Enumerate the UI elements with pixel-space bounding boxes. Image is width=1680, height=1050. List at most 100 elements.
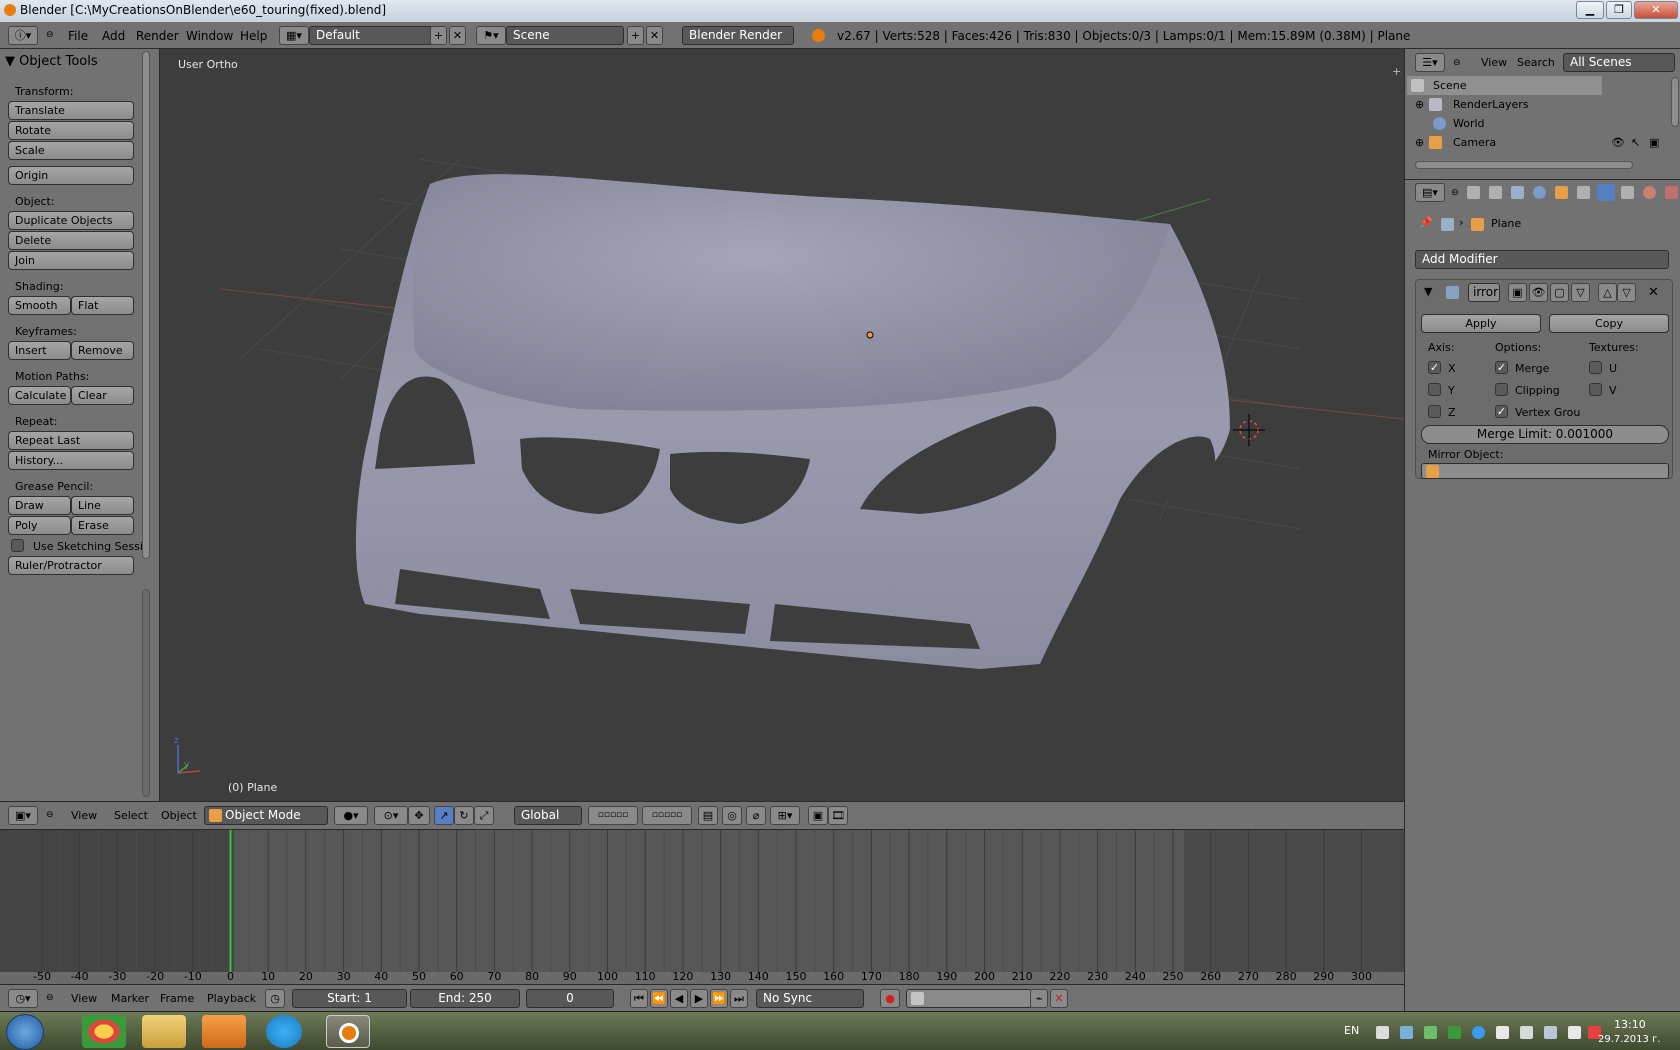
outliner-row-renderlayers[interactable]: ⊕ RenderLayers bbox=[1407, 95, 1602, 114]
object-tab-icon[interactable] bbox=[1555, 186, 1568, 199]
add-modifier-select[interactable]: Add Modifier bbox=[1415, 250, 1669, 269]
auto-keyframe-record-icon[interactable]: ● bbox=[880, 989, 900, 1008]
translate-button[interactable]: Translate bbox=[8, 101, 134, 120]
viewport-shading-icon[interactable]: ●▾ bbox=[334, 806, 368, 825]
modifier-viewport-toggle-icon[interactable]: 👁 bbox=[1529, 283, 1548, 302]
sketching-session-checkbox[interactable] bbox=[11, 539, 24, 552]
menu-collapse-icon[interactable]: ⊖ bbox=[46, 30, 54, 40]
timeline-area[interactable]: -50 -40 -30 -20 -10 0 10 20 30 40 50 60 70 80 90 100 110… bbox=[0, 830, 1404, 988]
chrome-taskbar-icon[interactable] bbox=[82, 1015, 126, 1048]
viewport-expand-icon[interactable]: + bbox=[1392, 65, 1401, 78]
snap-element-icon[interactable]: ⊞▾ bbox=[770, 806, 800, 825]
selectability-arrow-icon[interactable]: ↖ bbox=[1631, 136, 1640, 149]
modifier-cage-toggle-icon[interactable]: ▽ bbox=[1571, 283, 1590, 302]
clear-button[interactable]: Clear bbox=[71, 386, 134, 405]
explorer-taskbar-icon[interactable] bbox=[142, 1015, 186, 1048]
keying-set-field[interactable] bbox=[906, 989, 1032, 1008]
modifier-render-toggle-icon[interactable]: ▣ bbox=[1508, 283, 1527, 302]
lock-layers-icon[interactable]: ▤ bbox=[698, 806, 718, 825]
close-window-button[interactable]: ✕ bbox=[1634, 1, 1678, 19]
visibility-eye-icon[interactable]: 👁 bbox=[1611, 136, 1625, 149]
remove-modifier-icon[interactable]: ✕ bbox=[1648, 285, 1659, 300]
outliner-display-mode-select[interactable]: All Scenes bbox=[1563, 53, 1675, 72]
language-indicator[interactable]: EN bbox=[1344, 1024, 1359, 1037]
expand-icon[interactable]: ⊕ bbox=[1415, 95, 1424, 114]
clock-date[interactable]: 29.7.2013 г. bbox=[1598, 1034, 1661, 1045]
tray-app-icon[interactable] bbox=[1424, 1026, 1437, 1039]
sync-mode-select[interactable]: No Sync bbox=[756, 989, 864, 1008]
poly-button[interactable]: Poly bbox=[8, 516, 71, 535]
clipping-checkbox[interactable] bbox=[1495, 383, 1508, 396]
editor-type-timeline-icon[interactable]: ◷▾ bbox=[8, 989, 38, 1008]
tray-signal-icon[interactable] bbox=[1544, 1026, 1557, 1039]
timeline-menu-view[interactable]: View bbox=[71, 992, 97, 1005]
remove-scene-icon[interactable]: ✕ bbox=[646, 26, 663, 45]
modifier-editmode-toggle-icon[interactable]: ▢ bbox=[1550, 283, 1569, 302]
scene-tab-icon[interactable] bbox=[1511, 186, 1524, 199]
play-icon[interactable]: ▶ bbox=[690, 989, 708, 1008]
scene-icon[interactable]: ⚑▾ bbox=[476, 26, 506, 45]
calculate-button[interactable]: Calculate bbox=[8, 386, 71, 405]
menu-select[interactable]: Select bbox=[114, 809, 148, 822]
repeat-last-button[interactable]: Repeat Last bbox=[8, 431, 134, 450]
editor-type-outliner-icon[interactable]: ☰▾ bbox=[1415, 53, 1445, 72]
minimize-button[interactable]: ▁ bbox=[1576, 1, 1604, 19]
menu-object[interactable]: Object bbox=[161, 809, 197, 822]
end-frame-field[interactable]: End: 250 bbox=[410, 989, 520, 1008]
maximize-button[interactable]: ❐ bbox=[1606, 1, 1632, 19]
menu-help[interactable]: Help bbox=[240, 29, 267, 43]
outliner-row-scene[interactable]: Scene bbox=[1407, 76, 1602, 95]
scale-manipulator-icon[interactable]: ⤢ bbox=[474, 806, 494, 825]
manipulator-toggle-icon[interactable]: ✥ bbox=[408, 806, 430, 825]
render-layers-tab-icon[interactable] bbox=[1489, 186, 1502, 199]
tray-flag-icon[interactable] bbox=[1376, 1026, 1389, 1039]
tray-network-icon[interactable] bbox=[1400, 1026, 1413, 1039]
apply-modifier-button[interactable]: Apply bbox=[1421, 314, 1541, 333]
timeline-menu-frame[interactable]: Frame bbox=[160, 992, 194, 1005]
pivot-point-icon[interactable]: ⊙▾ bbox=[374, 806, 408, 825]
screen-layout-icon[interactable]: ▦▾ bbox=[279, 26, 309, 45]
timeline-menu-marker[interactable]: Marker bbox=[111, 992, 149, 1005]
menu-render[interactable]: Render bbox=[136, 29, 179, 43]
render-tab-icon[interactable] bbox=[1467, 186, 1480, 199]
scene-layers-group-1[interactable]: ▫▫▫▫▫ bbox=[588, 806, 638, 825]
tray-power-icon[interactable] bbox=[1496, 1026, 1509, 1039]
tray-display-icon[interactable] bbox=[1520, 1026, 1533, 1039]
proportional-edit-icon[interactable]: ◎ bbox=[722, 806, 742, 825]
duplicate-objects-button[interactable]: Duplicate Objects bbox=[8, 211, 134, 230]
render-engine-select[interactable]: Blender Render bbox=[682, 26, 794, 45]
timeline-menu-playback[interactable]: Playback bbox=[207, 992, 256, 1005]
3d-viewport[interactable]: z y User Ortho (0) Plane + bbox=[160, 49, 1404, 801]
ruler-protractor-button[interactable]: Ruler/Protractor bbox=[8, 556, 134, 575]
delete-keyframe-icon[interactable]: ✕ bbox=[1050, 989, 1068, 1008]
axis-y-checkbox[interactable] bbox=[1428, 383, 1441, 396]
object-origin-point[interactable] bbox=[866, 331, 874, 339]
clock-time[interactable]: 13:10 bbox=[1614, 1018, 1646, 1031]
merge-checkbox[interactable]: ✓ bbox=[1495, 361, 1508, 374]
data-tab-icon[interactable] bbox=[1621, 186, 1634, 199]
renderability-camera-icon[interactable]: ▣ bbox=[1649, 136, 1659, 149]
outliner-row-world[interactable]: World bbox=[1407, 114, 1602, 133]
merge-limit-field[interactable]: Merge Limit: 0.001000 bbox=[1421, 425, 1669, 444]
media-player-taskbar-icon[interactable] bbox=[202, 1015, 246, 1048]
scene-layers-group-2[interactable]: ▫▫▫▫▫ bbox=[642, 806, 692, 825]
texture-v-checkbox[interactable] bbox=[1589, 383, 1602, 396]
add-scene-icon[interactable]: + bbox=[627, 26, 644, 45]
preview-range-icon[interactable]: ◷ bbox=[265, 989, 285, 1008]
axis-z-checkbox[interactable] bbox=[1428, 405, 1441, 418]
object-tools-title[interactable]: ▼ Object Tools bbox=[5, 54, 98, 69]
insert-keyframe-icon[interactable]: ⌁ bbox=[1030, 989, 1048, 1008]
tray-bluetooth-icon[interactable] bbox=[1472, 1026, 1485, 1039]
modifier-collapse-icon[interactable]: ▼ bbox=[1424, 285, 1432, 298]
texture-u-checkbox[interactable] bbox=[1589, 361, 1602, 374]
move-modifier-down-icon[interactable]: ▽ bbox=[1617, 283, 1636, 302]
jump-end-icon[interactable]: ⏭ bbox=[730, 989, 748, 1008]
menu-file[interactable]: File bbox=[68, 29, 88, 43]
origin-button[interactable]: Origin bbox=[8, 166, 134, 185]
translate-manipulator-icon[interactable]: ↗ bbox=[434, 806, 454, 825]
constraints-tab-icon[interactable] bbox=[1577, 186, 1590, 199]
jump-keyframe-back-icon[interactable]: ⏪ bbox=[650, 989, 668, 1008]
delete-button[interactable]: Delete bbox=[8, 231, 134, 250]
rotate-button[interactable]: Rotate bbox=[8, 121, 134, 140]
copy-modifier-button[interactable]: Copy bbox=[1549, 314, 1669, 333]
